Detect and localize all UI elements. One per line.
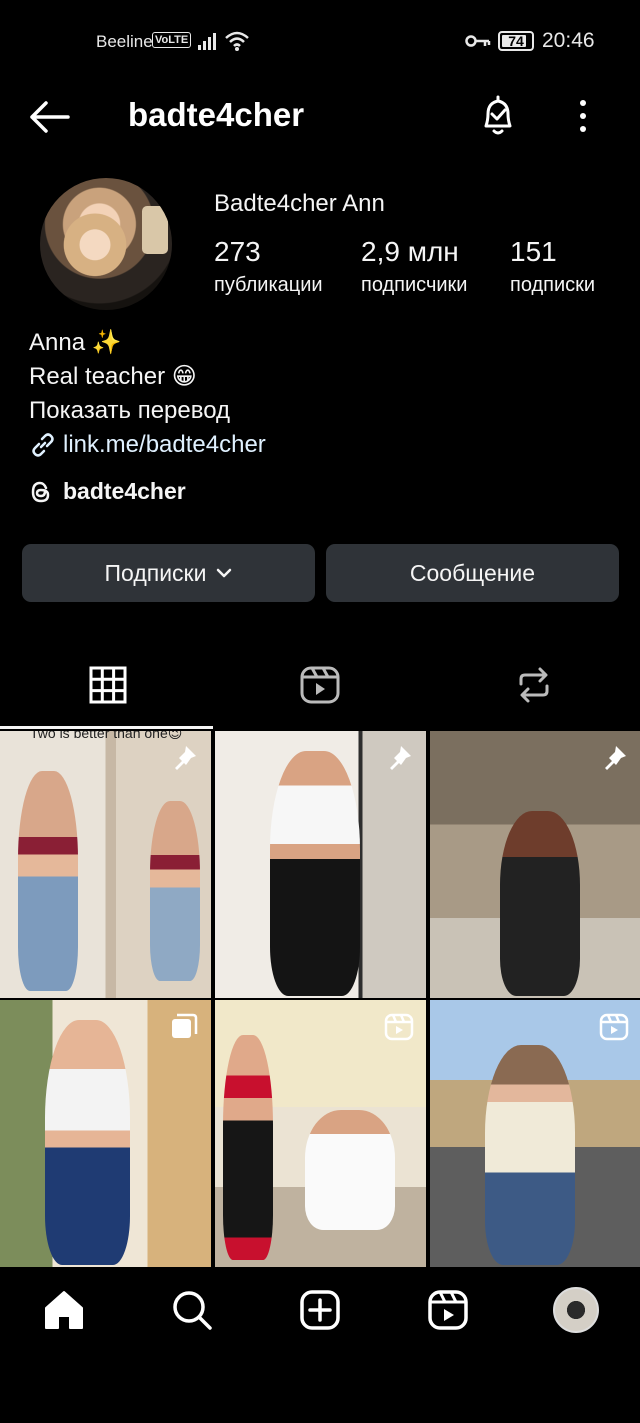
header-username: badte4cher bbox=[128, 96, 305, 133]
reel-icon bbox=[384, 1013, 414, 1041]
following-count[interactable]: 151 подписки bbox=[510, 236, 595, 297]
battery-level: 74 bbox=[508, 33, 524, 49]
post-figure bbox=[485, 1045, 575, 1265]
profile-bio: Anna ✨ Real teacher 😁 Показать перевод l… bbox=[29, 326, 266, 462]
post-figure bbox=[223, 1035, 273, 1260]
signal-icon bbox=[198, 33, 216, 50]
search-icon[interactable] bbox=[170, 1288, 214, 1332]
more-icon[interactable] bbox=[570, 98, 596, 134]
following-button[interactable]: Подписки bbox=[22, 544, 315, 602]
link-icon bbox=[32, 433, 54, 457]
post-figure bbox=[18, 771, 78, 991]
post-thumbnail[interactable] bbox=[215, 731, 426, 998]
profile-avatar[interactable] bbox=[40, 178, 172, 310]
carousel-icon bbox=[172, 1013, 198, 1038]
message-button-label: Сообщение bbox=[409, 559, 536, 586]
following-button-label: Подписки bbox=[104, 559, 207, 586]
post-thumbnail[interactable] bbox=[430, 1000, 640, 1267]
message-button[interactable]: Сообщение bbox=[326, 544, 619, 602]
post-thumbnail[interactable] bbox=[0, 1000, 211, 1267]
back-arrow-icon[interactable] bbox=[26, 96, 72, 138]
stat-label: подписки bbox=[510, 274, 596, 296]
profile-avatar[interactable] bbox=[553, 1287, 599, 1333]
profile-full-name: Badte4cher Ann bbox=[214, 190, 385, 217]
clock: 20:46 bbox=[542, 29, 595, 52]
post-figure bbox=[305, 1110, 395, 1230]
followers-count[interactable]: 2,9 млн подписчики bbox=[361, 236, 467, 297]
stat-label: подписчики bbox=[361, 274, 468, 296]
post-figure bbox=[500, 811, 580, 996]
chevron-down-icon bbox=[217, 568, 232, 578]
carrier-name: Beeline bbox=[96, 32, 153, 51]
bio-link-text: link.me/badte4cher bbox=[63, 431, 266, 458]
post-figure bbox=[270, 751, 360, 996]
stat-value: 273 bbox=[214, 236, 261, 267]
pin-icon bbox=[175, 746, 196, 770]
post-thumbnail[interactable]: Two is better than one😉 bbox=[0, 731, 211, 998]
stat-value: 2,9 млн bbox=[361, 236, 459, 267]
home-icon[interactable] bbox=[42, 1288, 86, 1332]
bio-line: Real teacher 😁 bbox=[29, 363, 197, 390]
status-bar: Beeline VoLTE 74 20:46 bbox=[0, 0, 640, 82]
bio-line: Anna ✨ bbox=[29, 329, 122, 356]
avatar-phone bbox=[142, 206, 168, 254]
active-tab-indicator bbox=[0, 726, 213, 729]
notification-bell-icon[interactable] bbox=[478, 94, 518, 138]
create-icon[interactable] bbox=[298, 1288, 342, 1332]
threads-badge[interactable]: badte4cher bbox=[29, 478, 186, 505]
grid-icon[interactable] bbox=[86, 664, 130, 706]
content-tabs bbox=[0, 640, 640, 730]
avatar-photo bbox=[54, 208, 136, 300]
post-figure bbox=[45, 1020, 130, 1265]
stat-label: публикации bbox=[214, 274, 323, 296]
battery-indicator: 74 bbox=[498, 31, 534, 51]
posts-grid: Two is better than one😉 bbox=[0, 731, 640, 1267]
key-icon bbox=[465, 35, 491, 47]
profile-header: badte4cher bbox=[0, 82, 640, 154]
reel-icon bbox=[599, 1013, 629, 1041]
reels-icon[interactable] bbox=[426, 1288, 470, 1332]
threads-icon bbox=[31, 481, 50, 502]
show-translation-link[interactable]: Показать перевод bbox=[29, 394, 266, 428]
reels-icon[interactable] bbox=[298, 664, 342, 706]
pin-icon bbox=[605, 746, 626, 770]
bio-link[interactable]: link.me/badte4cher bbox=[29, 428, 266, 462]
wifi-icon bbox=[225, 31, 249, 51]
bottom-navigation bbox=[0, 1268, 640, 1423]
pin-icon bbox=[390, 746, 411, 770]
reposts-icon[interactable] bbox=[512, 664, 556, 706]
post-caption: Two is better than one😉 bbox=[30, 731, 183, 741]
posts-count[interactable]: 273 публикации bbox=[214, 236, 323, 297]
volte-badge: VoLTE bbox=[152, 32, 192, 48]
stat-value: 151 bbox=[510, 236, 557, 267]
threads-handle: badte4cher bbox=[63, 478, 186, 504]
post-figure bbox=[150, 801, 200, 981]
post-thumbnail[interactable] bbox=[215, 1000, 426, 1267]
post-thumbnail[interactable] bbox=[430, 731, 640, 998]
